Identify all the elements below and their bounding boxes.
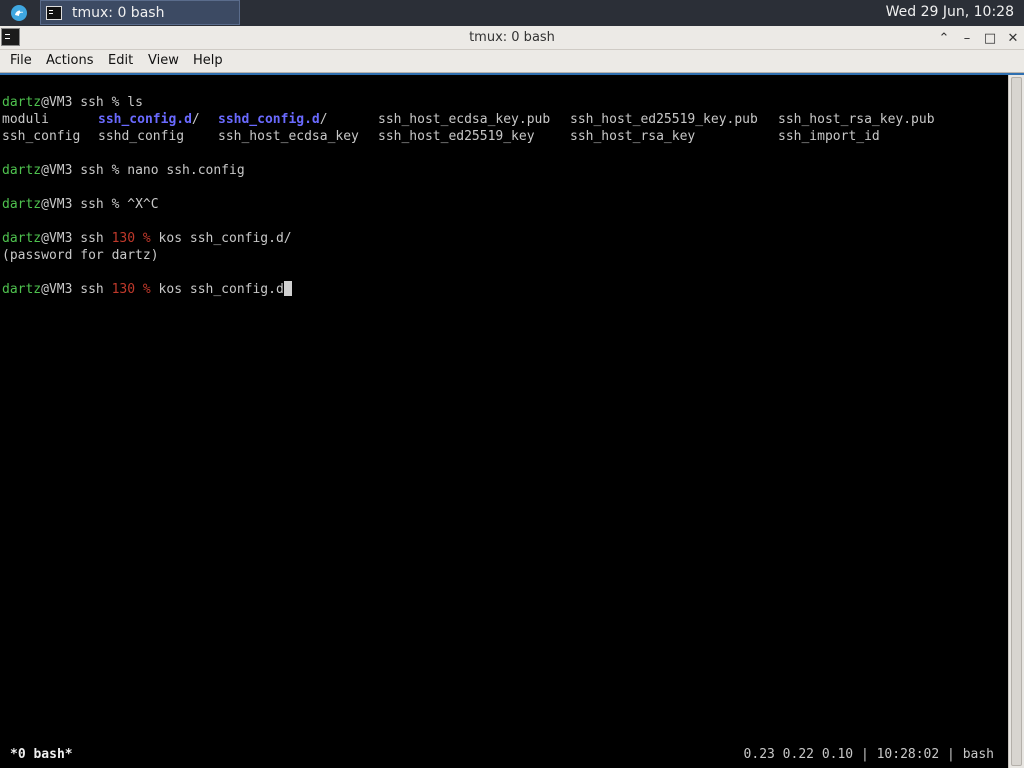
menu-help[interactable]: Help <box>193 53 223 68</box>
tmux-status-right: 0.23 0.22 0.10 | 10:28:02 | bash <box>743 747 994 762</box>
maximize-button[interactable]: □ <box>980 28 1000 48</box>
ls-entry: ssh_host_ed25519_key.pub <box>570 112 758 127</box>
taskbar-window-label: tmux: 0 bash <box>72 4 165 21</box>
ls-entry: ssh_host_ecdsa_key.pub <box>378 112 551 127</box>
window-title: tmux: 0 bash <box>469 30 555 45</box>
dir-suffix: / <box>319 112 328 127</box>
command-text: kos ssh_config.d/ <box>150 231 292 246</box>
prompt-host: @VM3 ssh <box>41 231 112 246</box>
exit-code: 130 <box>111 282 143 297</box>
terminal-line: dartz@VM3 ssh % ls <box>2 94 143 111</box>
menu-file[interactable]: File <box>10 53 32 68</box>
menu-edit[interactable]: Edit <box>108 53 133 68</box>
terminal-line: dartz@VM3 ssh 130 % kos ssh_config.d/ <box>2 230 292 247</box>
dir-suffix: / <box>191 112 200 127</box>
ls-entry: ssh_import_id <box>778 129 880 144</box>
prompt-host: @VM3 ssh <box>41 95 112 110</box>
prompt-host: @VM3 ssh <box>41 163 112 178</box>
taskbar-window-button[interactable]: tmux: 0 bash <box>40 0 240 25</box>
terminal-output: (password for dartz) <box>2 248 159 263</box>
close-button[interactable]: ✕ <box>1003 28 1023 48</box>
window-titlebar[interactable]: tmux: 0 bash ⌃ – □ ✕ <box>0 26 1024 50</box>
exit-code: 130 <box>111 231 143 246</box>
prompt-host: @VM3 ssh <box>41 197 112 212</box>
minimize-button[interactable]: – <box>957 28 977 48</box>
terminal-icon <box>46 5 62 20</box>
dir-name: sshd_config.d <box>218 112 320 127</box>
dir-name: ssh_config.d <box>98 112 192 127</box>
command-text: ^X^C <box>119 197 159 212</box>
menubar: File Actions Edit View Help <box>0 50 1024 73</box>
ls-entry: moduli <box>2 112 49 127</box>
menu-actions[interactable]: Actions <box>46 53 94 68</box>
tmux-status-bar: *0 bash* 0.23 0.22 0.10 | 10:28:02 | bas… <box>0 744 1008 768</box>
terminal-line: dartz@VM3 ssh % ^X^C <box>2 196 159 213</box>
prompt-user: dartz <box>2 163 42 178</box>
applications-menu-button[interactable] <box>8 3 30 23</box>
prompt-host: @VM3 ssh <box>41 282 112 297</box>
tmux-window-list: *0 bash* <box>10 747 73 762</box>
prompt-symbol: % <box>142 231 151 246</box>
top-panel: tmux: 0 bash Wed 29 Jun, 10:28 <box>0 0 1024 26</box>
ls-entry: ssh_host_rsa_key.pub <box>778 112 935 127</box>
terminal-line: dartz@VM3 ssh % nano ssh.config <box>2 162 245 179</box>
ls-entry: ssh_host_ecdsa_key <box>218 129 359 144</box>
terminal-scrollbar[interactable] <box>1008 75 1024 768</box>
shade-button[interactable]: ⌃ <box>934 28 954 48</box>
ls-entry: ssh_host_ed25519_key <box>378 129 535 144</box>
command-text: ls <box>119 95 143 110</box>
ls-entry-dir: ssh_config.d/ <box>98 111 200 128</box>
app-menu-icon <box>11 5 27 21</box>
prompt-symbol: % <box>142 282 151 297</box>
command-text: kos ssh_config.d <box>150 282 284 297</box>
menu-view[interactable]: View <box>148 53 179 68</box>
command-text: nano ssh.config <box>119 163 245 178</box>
ls-entry: sshd_config <box>98 129 185 144</box>
prompt-user: dartz <box>2 282 42 297</box>
text-cursor <box>283 281 292 296</box>
scrollbar-thumb[interactable] <box>1011 77 1022 766</box>
prompt-user: dartz <box>2 95 42 110</box>
terminal-current-line: dartz@VM3 ssh 130 % kos ssh_config.d <box>2 281 292 298</box>
prompt-user: dartz <box>2 197 42 212</box>
terminal-area[interactable]: dartz@VM3 ssh % ls moduli ssh_config.d/ … <box>0 73 1024 768</box>
ls-entry: ssh_config <box>2 129 81 144</box>
prompt-user: dartz <box>2 231 42 246</box>
ls-entry: ssh_host_rsa_key <box>570 129 696 144</box>
clock[interactable]: Wed 29 Jun, 10:28 <box>886 4 1014 20</box>
ls-entry-dir: sshd_config.d/ <box>218 111 328 128</box>
